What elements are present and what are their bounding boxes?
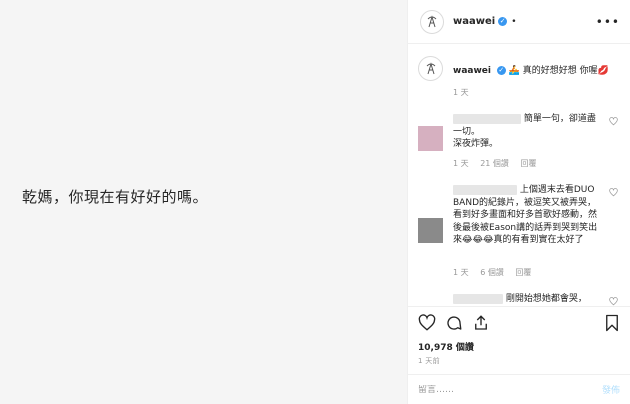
reply-button[interactable]: 回覆: [515, 268, 531, 277]
comment-meta: 1 天 6 個讚 回覆: [453, 267, 540, 278]
avatar-sketch-icon: [426, 61, 435, 74]
separator-dot: •: [511, 16, 517, 27]
share-icon[interactable]: [472, 314, 490, 332]
username[interactable]: waawei: [453, 16, 495, 27]
reply-button[interactable]: 回覆: [520, 159, 536, 168]
comment-likes[interactable]: 21 個讚: [480, 159, 509, 168]
post-header: waawei ✓ • •••: [408, 0, 630, 44]
post-media[interactable]: 乾媽，你現在有好好的嗎。: [0, 0, 408, 404]
heart-icon[interactable]: [609, 117, 618, 128]
redacted-username: [453, 113, 521, 124]
comment-icon[interactable]: [445, 314, 463, 332]
caption-time[interactable]: 1 天: [453, 88, 469, 97]
avatar-sketch-icon: [427, 14, 437, 27]
comment-meta: 1 天 21 個讚 回覆: [453, 158, 545, 169]
comment-time[interactable]: 1 天: [453, 159, 469, 168]
caption-username[interactable]: waawei: [453, 66, 491, 76]
caption-text: 🚣 真的好想好想 你喔💋: [508, 66, 609, 76]
avatar[interactable]: [418, 218, 443, 243]
avatar[interactable]: [418, 126, 443, 151]
more-options-icon[interactable]: •••: [596, 15, 620, 29]
verified-badge-icon: ✓: [496, 66, 506, 75]
action-bar: [408, 306, 630, 338]
redacted-username: [453, 293, 503, 304]
avatar[interactable]: [420, 9, 444, 34]
media-text: 乾媽，你現在有好好的嗎。: [22, 188, 209, 206]
heart-icon[interactable]: [418, 313, 436, 332]
verified-badge-icon: ✓: [498, 17, 508, 26]
post-comment-button[interactable]: 發佈: [602, 383, 620, 396]
bookmark-icon[interactable]: [604, 314, 620, 332]
comments-section[interactable]: waawei ✓ 🚣 真的好想好想 你喔💋 1 天 簡單一句，卻道盡一切。 深夜…: [408, 44, 630, 306]
redacted-username: [453, 184, 517, 195]
comment-likes[interactable]: 6 個讚: [480, 268, 504, 277]
comment-time[interactable]: 1 天: [453, 268, 469, 277]
avatar[interactable]: [418, 56, 443, 81]
heart-icon[interactable]: [609, 297, 618, 306]
add-comment-bar: 發佈: [408, 374, 630, 404]
comment-input[interactable]: [418, 384, 596, 395]
post-timestamp: 1 天前: [418, 357, 440, 365]
instagram-post: 乾媽，你現在有好好的嗎。 waawei ✓ • ••• waawei ✓ 🚣 真…: [0, 0, 630, 404]
post-sidebar: waawei ✓ • ••• waawei ✓ 🚣 真的好想好想 你喔💋 1 天…: [408, 0, 630, 404]
likes-count[interactable]: 10,978 個讚: [418, 340, 474, 353]
comment-text: 剛開始想她都會哭，: [505, 294, 587, 304]
caption-meta: 1 天: [453, 87, 478, 98]
heart-icon[interactable]: [609, 188, 618, 199]
